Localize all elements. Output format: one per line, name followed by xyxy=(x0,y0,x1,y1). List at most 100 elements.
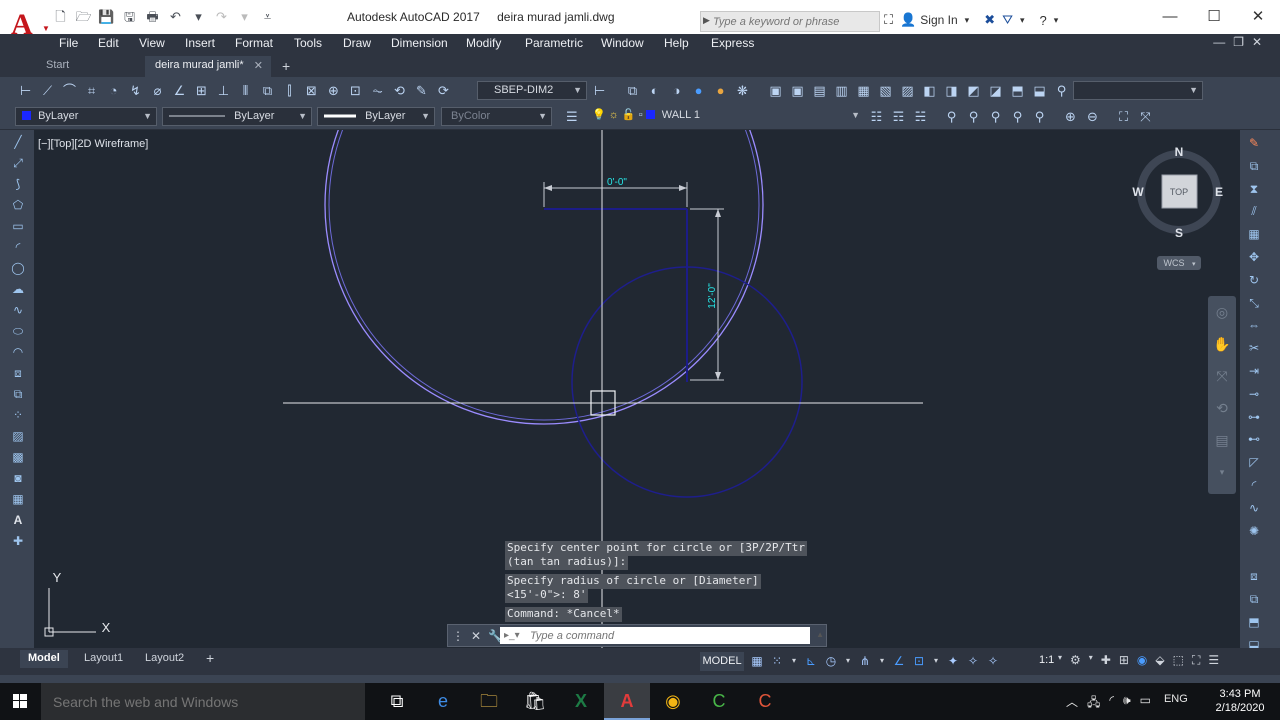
chamfer-icon[interactable]: ◸ xyxy=(1244,451,1264,474)
input-language[interactable]: ENG xyxy=(1164,693,1188,714)
minimize-icon[interactable]: — xyxy=(1148,0,1192,34)
start-button[interactable] xyxy=(0,683,40,720)
view-icon-10[interactable]: ◩ xyxy=(965,82,982,99)
edge-icon[interactable]: e xyxy=(420,683,466,720)
menu-tools[interactable]: Tools xyxy=(294,36,322,50)
angular-icon[interactable]: ∠ xyxy=(171,82,188,99)
fullscreen-icon[interactable]: ⛶ xyxy=(1192,653,1200,668)
menu-file[interactable]: File xyxy=(59,36,78,50)
aligned-dimension-icon[interactable]: ⟋ xyxy=(39,82,56,99)
grid-icon[interactable]: ▦ xyxy=(750,653,764,669)
add-scale-icon[interactable]: ✚ xyxy=(1101,653,1111,668)
polar-icon[interactable]: ◷ xyxy=(824,653,838,669)
zoom-in-icon[interactable]: ⊕ xyxy=(1062,108,1079,125)
object-snap-icon[interactable]: ⊡ xyxy=(912,653,926,669)
menu-format[interactable]: Format xyxy=(235,36,273,50)
break-icon[interactable]: ⫿ xyxy=(281,82,298,99)
object-snap-tracking-icon[interactable]: ∠ xyxy=(892,653,906,669)
dimension-style-select[interactable]: SBEP-DIM2 ▼ xyxy=(477,81,587,100)
view-icon-4[interactable]: ▥ xyxy=(833,82,850,99)
viewcube-east[interactable]: E xyxy=(1215,185,1223,199)
shade-icon[interactable]: ◑ xyxy=(668,82,685,99)
annotation-scale-icon[interactable]: ✧ xyxy=(986,653,1000,669)
dimension-update-icon[interactable]: ⟳ xyxy=(435,82,452,99)
layer-select[interactable]: 💡 ☼ 🔓 ▫ WALL 1 ▼ xyxy=(586,107,864,126)
close-icon[interactable]: ✕ xyxy=(1236,0,1280,34)
isolate-objects-icon[interactable]: ◉ xyxy=(1137,653,1147,668)
construction-line-icon[interactable]: ⤢ xyxy=(8,153,28,174)
chrome-icon[interactable]: ◉ xyxy=(650,683,696,720)
linear-dimension-icon[interactable]: ⊢ xyxy=(17,82,34,99)
camtasia-green-icon[interactable]: C xyxy=(696,683,742,720)
ellipse-icon[interactable]: ⬭ xyxy=(8,321,28,342)
new-tab-button[interactable]: + xyxy=(282,58,298,74)
polygon-icon[interactable]: ⬠ xyxy=(8,195,28,216)
auto-scale-icon[interactable]: ✧ xyxy=(966,653,980,669)
menu-window[interactable]: Window xyxy=(601,36,644,50)
menu-insert[interactable]: Insert xyxy=(185,36,215,50)
view-icon-12[interactable]: ⬒ xyxy=(1009,82,1026,99)
taskbar-search-input[interactable] xyxy=(53,692,353,712)
zoom-all-icon[interactable]: ⛶ xyxy=(1115,108,1132,125)
ellipse-arc-icon[interactable]: ◠ xyxy=(8,342,28,363)
diameter-icon[interactable]: ⌀ xyxy=(149,82,166,99)
zoom-out-icon[interactable]: ⊖ xyxy=(1084,108,1101,125)
sphere-icon[interactable]: ● xyxy=(690,82,707,99)
show-hidden-icons-icon[interactable]: ︿ xyxy=(1066,693,1078,714)
zoom-object-icon[interactable]: ⚲ xyxy=(1031,108,1048,125)
tab-model[interactable]: Model xyxy=(20,650,68,668)
binoculars-icon[interactable]: ⛶ xyxy=(884,12,893,28)
menu-help[interactable]: Help xyxy=(664,36,689,50)
tab-document[interactable]: deira murad jamli* ✕ xyxy=(145,56,271,77)
menu-edit[interactable]: Edit xyxy=(98,36,119,50)
chevron-down-icon[interactable]: ▾ xyxy=(1054,15,1059,26)
command-input[interactable] xyxy=(500,627,810,644)
visual-style-icon[interactable]: ◐ xyxy=(646,82,663,99)
zoom-scale-icon[interactable]: ⚲ xyxy=(987,108,1004,125)
command-prompt-icon[interactable]: ▸_▾ xyxy=(504,630,520,641)
chevron-down-icon[interactable]: ▾ xyxy=(878,653,886,669)
save-icon[interactable]: 💾 xyxy=(98,9,115,25)
view-icon-1[interactable]: ▣ xyxy=(767,82,784,99)
copy-object-icon[interactable]: ⧉ xyxy=(1244,155,1264,178)
dimension-style-icon[interactable]: ⊢ xyxy=(591,82,608,99)
move-icon[interactable]: ✥ xyxy=(1244,246,1264,269)
undo-dropdown-icon[interactable]: ▾ xyxy=(190,9,207,25)
view-icon-3[interactable]: ▤ xyxy=(811,82,828,99)
network-icon[interactable]: 🖧 xyxy=(1087,693,1100,714)
help-search-input[interactable] xyxy=(713,13,877,30)
drawing-viewport[interactable]: 0'-0" 12'-0" TOP N S E W WCS ▾ Y X [−][T… xyxy=(34,130,1240,648)
draworder-front-icon[interactable]: ⧈ xyxy=(1244,565,1264,588)
named-view-select[interactable]: ▼ xyxy=(1073,81,1203,100)
extend-icon[interactable]: ⇥ xyxy=(1244,360,1264,383)
ortho-icon[interactable]: ⊾ xyxy=(804,653,818,669)
tolerance-icon[interactable]: ⊠ xyxy=(303,82,320,99)
mirror-icon[interactable]: ⧗ xyxy=(1244,178,1264,201)
expand-icon[interactable]: ▶ xyxy=(703,15,710,26)
hatch-icon[interactable]: ▨ xyxy=(8,426,28,447)
render-icon[interactable]: ❋ xyxy=(734,82,751,99)
array-icon[interactable]: ▦ xyxy=(1244,223,1264,246)
jogged-icon[interactable]: ↯ xyxy=(127,82,144,99)
stretch-icon[interactable]: ⇔ xyxy=(1244,314,1264,337)
draworder-above-icon[interactable]: ⬒ xyxy=(1244,611,1264,634)
material-icon[interactable]: ● xyxy=(712,82,729,99)
help-icon[interactable]: ? xyxy=(1040,13,1047,28)
view-icon-9[interactable]: ◨ xyxy=(943,82,960,99)
viewcube-west[interactable]: W xyxy=(1132,185,1144,199)
sign-in-button[interactable]: Sign In xyxy=(920,13,957,27)
user-icon[interactable]: 👤 xyxy=(900,12,916,28)
clock[interactable]: 3:43 PM 2/18/2020 xyxy=(1214,687,1266,715)
explode-icon[interactable]: ✺ xyxy=(1244,520,1264,543)
insert-block-icon[interactable]: ⧈ xyxy=(8,363,28,384)
exchange-apps-icon[interactable]: ✖ xyxy=(984,12,995,28)
clean-screen-icon[interactable]: ⬚ xyxy=(1173,653,1184,668)
volume-icon[interactable]: 🕪 xyxy=(1123,693,1131,714)
ordinate-icon[interactable]: ⌗ xyxy=(83,82,100,99)
dimension-text-edit-icon[interactable]: ✎ xyxy=(413,82,430,99)
message-icon[interactable]: ▭ xyxy=(1140,693,1151,714)
new-file-icon[interactable]: 🗋 xyxy=(52,9,69,25)
lock-ui-icon[interactable]: ⊞ xyxy=(1119,653,1129,668)
drawing-canvas[interactable]: 0'-0" 12'-0" TOP N S E W WCS ▾ Y X xyxy=(34,130,1240,648)
large-circle-inner[interactable] xyxy=(328,130,760,421)
